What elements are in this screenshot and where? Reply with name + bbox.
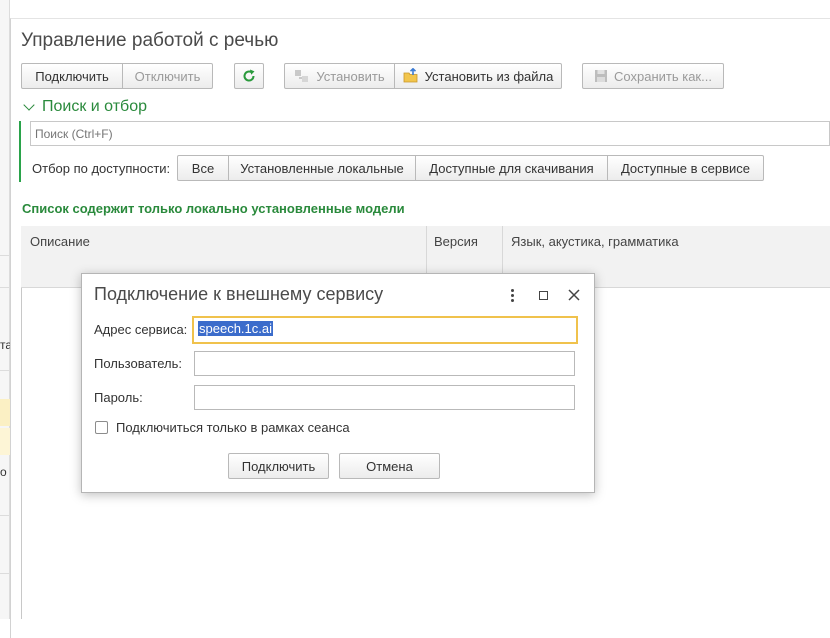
user-label: Пользователь:	[94, 356, 182, 371]
session-only-checkbox[interactable]	[95, 421, 108, 434]
dialog-cancel-label: Отмена	[366, 458, 413, 474]
availability-filter-label: Отбор по доступности:	[32, 161, 171, 176]
filter-available-service[interactable]: Доступные в сервисе	[608, 155, 764, 181]
dialog-title: Подключение к внешнему сервису	[94, 284, 384, 304]
filter-all[interactable]: Все	[177, 155, 229, 181]
section-indicator-bar	[19, 121, 21, 182]
close-icon	[567, 288, 580, 301]
column-header-description[interactable]: Описание	[30, 234, 90, 249]
install-icon	[295, 70, 309, 82]
refresh-icon	[243, 69, 255, 82]
search-section-title: Поиск и отбор	[42, 98, 147, 115]
password-input[interactable]	[194, 385, 575, 410]
background-highlight-row	[0, 399, 10, 426]
install-button[interactable]: Установить	[284, 63, 395, 89]
service-address-input[interactable]: speech.1c.ai	[192, 316, 578, 344]
connect-toolbar-label: Подключить	[35, 68, 109, 84]
filter-available-download[interactable]: Доступные для скачивания	[416, 155, 608, 181]
disconnect-label: Отключить	[134, 68, 201, 84]
background-highlight-row	[0, 428, 10, 455]
chevron-down-icon	[23, 99, 35, 111]
external-service-dialog	[81, 273, 595, 493]
refresh-button[interactable]	[234, 63, 264, 89]
search-section-toggle[interactable]: Поиск и отбор	[22, 98, 147, 116]
background-text-fragment: о	[0, 465, 7, 479]
dialog-connect-label: Подключить	[241, 458, 316, 474]
install-label: Установить	[316, 68, 385, 84]
close-button[interactable]	[566, 287, 581, 302]
dialog-cancel-button[interactable]: Отмена	[339, 453, 440, 479]
install-from-file-label: Установить из файла	[424, 68, 554, 84]
connect-toolbar-button[interactable]: Подключить	[21, 63, 123, 89]
disconnect-button[interactable]: Отключить	[122, 63, 213, 89]
maximize-icon	[538, 290, 548, 300]
page-title: Управление работой с речью	[21, 30, 279, 51]
install-from-file-button[interactable]: Установить из файла	[394, 63, 562, 89]
column-header-version[interactable]: Версия	[434, 234, 478, 249]
background-window-edge: та о	[0, 0, 10, 619]
service-address-value: speech.1c.ai	[198, 321, 273, 336]
background-text-fragment: та	[0, 338, 10, 352]
service-address-label: Адрес сервиса:	[94, 322, 188, 337]
availability-filter-group: Все Установленные локальные Доступные дл…	[177, 155, 764, 181]
folder-upload-icon	[403, 68, 418, 83]
dialog-connect-button[interactable]: Подключить	[228, 453, 329, 479]
save-icon	[595, 70, 608, 82]
user-input[interactable]	[194, 351, 575, 376]
maximize-button[interactable]	[536, 288, 550, 302]
password-label: Пароль:	[94, 390, 143, 405]
filter-installed-local[interactable]: Установленные локальные	[229, 155, 416, 181]
search-input[interactable]	[30, 121, 830, 146]
more-vertical-icon	[510, 288, 514, 302]
column-header-language[interactable]: Язык, акустика, грамматика	[511, 234, 679, 249]
save-as-label: Сохранить как...	[614, 68, 712, 84]
save-as-button[interactable]: Сохранить как...	[582, 63, 724, 89]
more-options-button[interactable]	[505, 288, 519, 302]
list-note: Список содержит только локально установл…	[22, 201, 405, 216]
session-only-label[interactable]: Подключиться только в рамках сеанса	[116, 420, 350, 435]
